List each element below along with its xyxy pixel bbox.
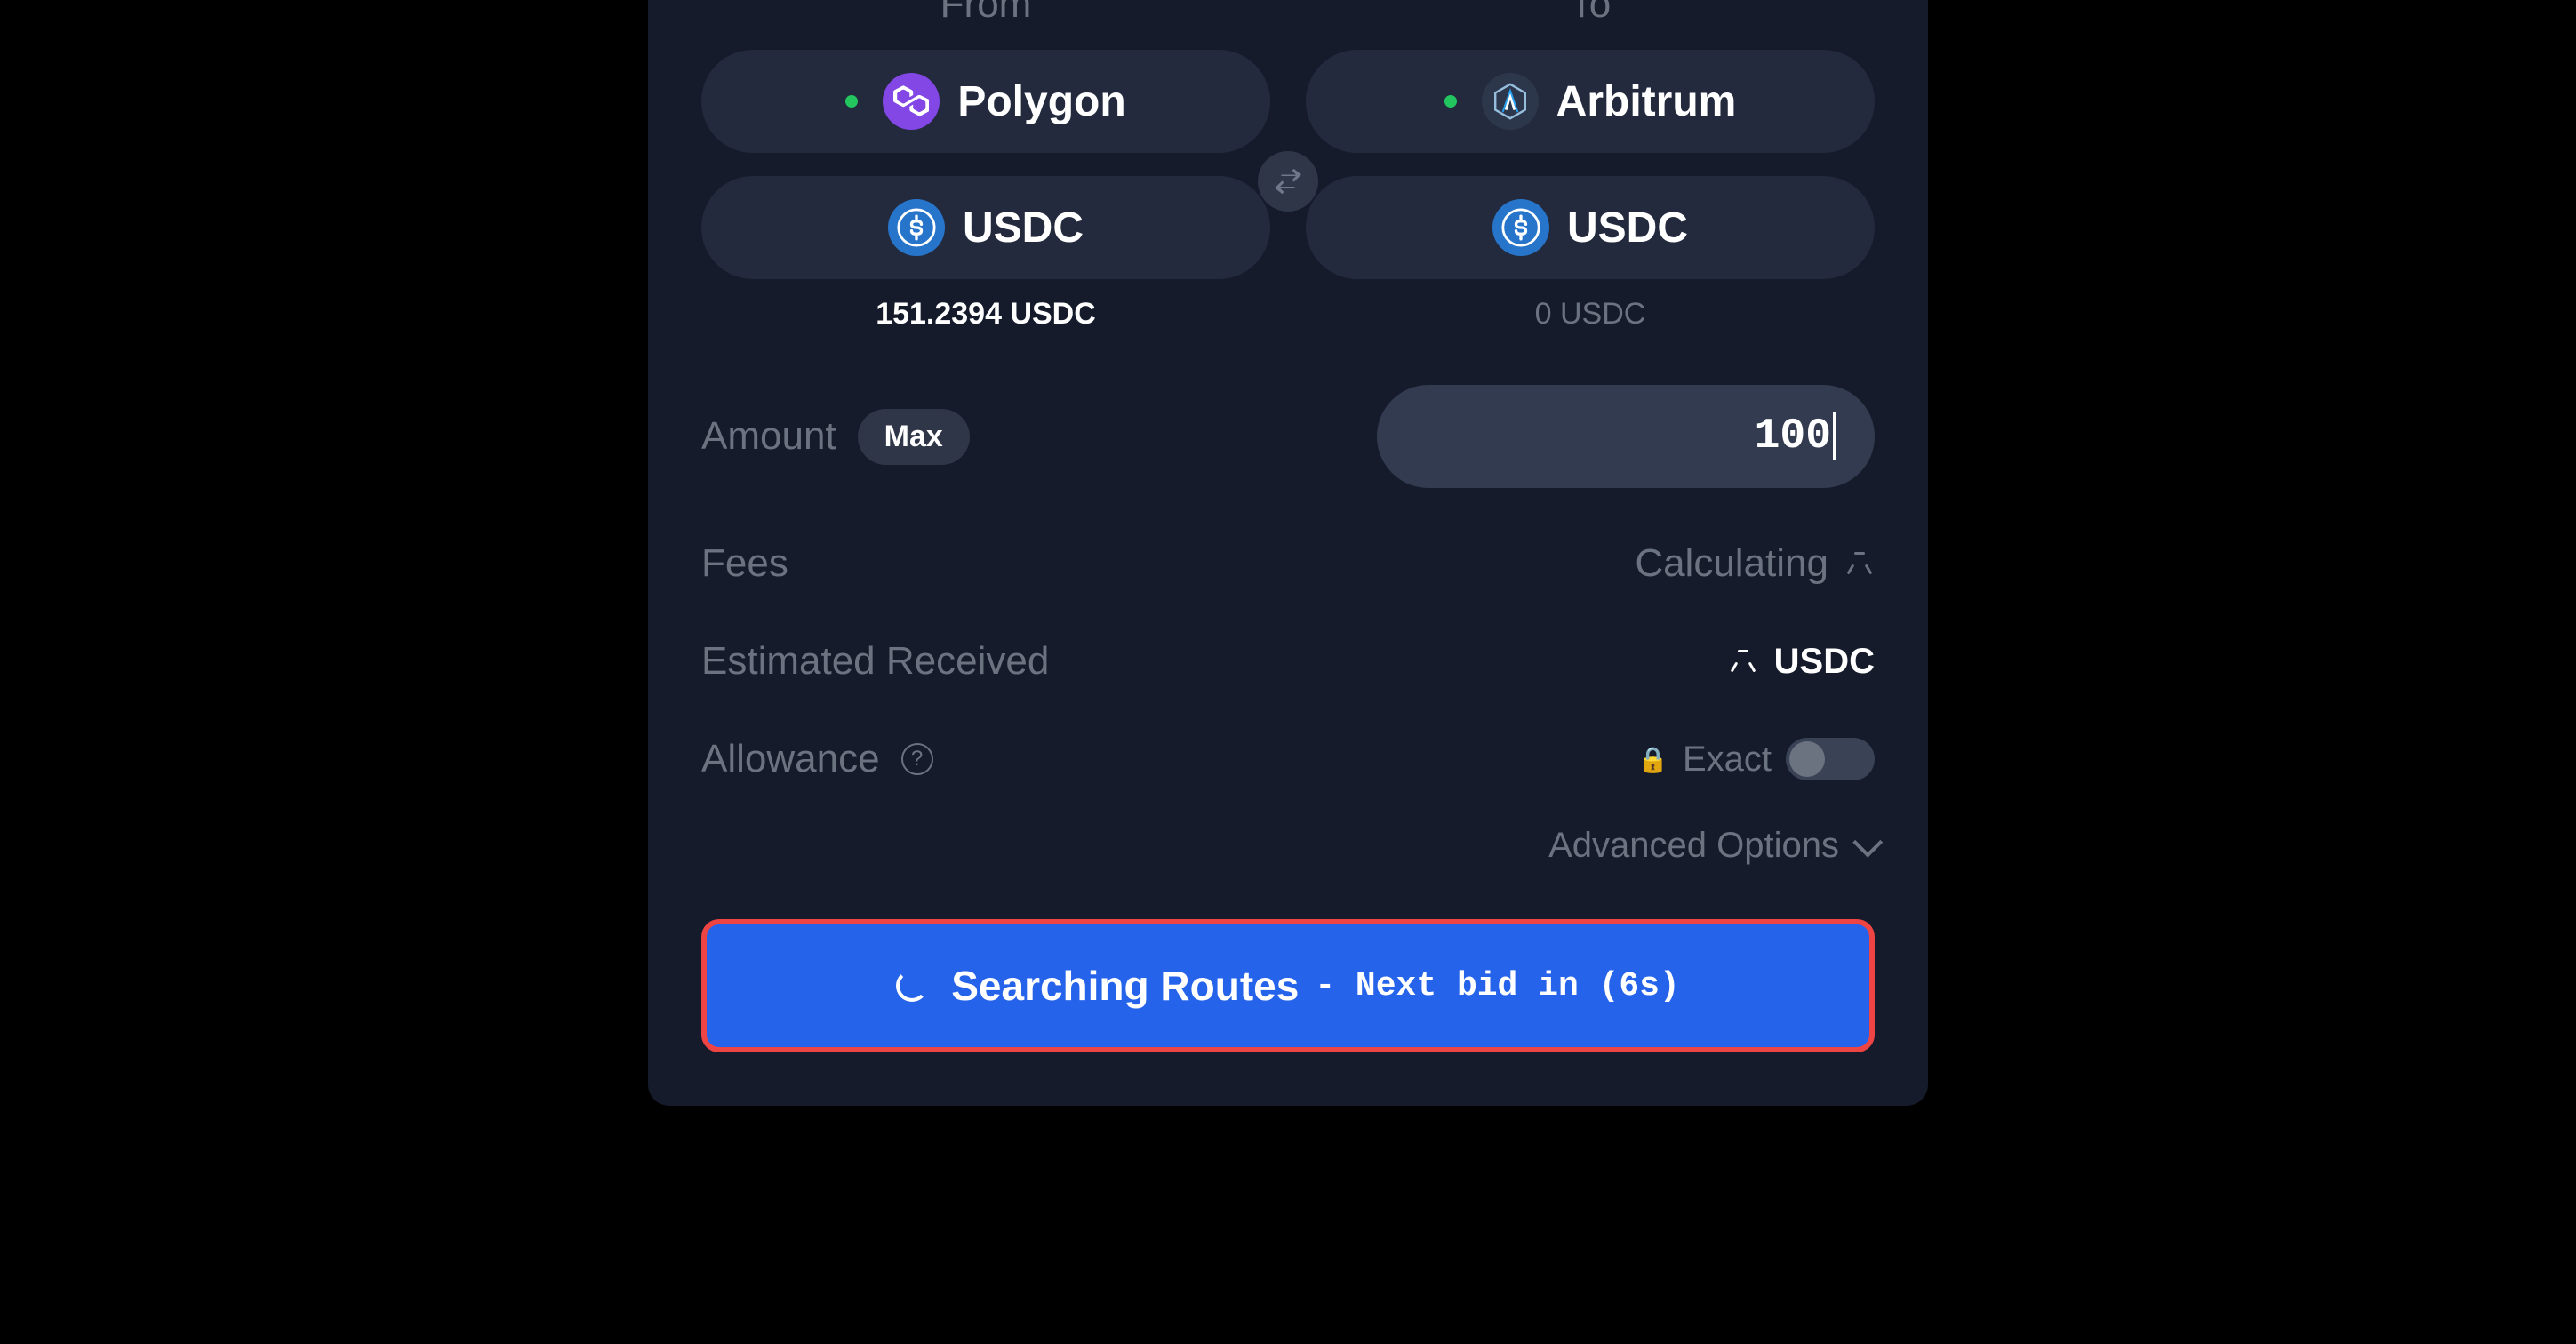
advanced-options-toggle[interactable]: Advanced Options xyxy=(1548,826,1875,866)
amount-value: 100 xyxy=(1755,412,1831,460)
text-cursor-icon xyxy=(1833,412,1836,460)
toggle-knob-icon xyxy=(1789,741,1825,777)
from-chain-label: Polygon xyxy=(957,77,1125,126)
bridge-panel: From Polygon USDC 151.2394 USDC To xyxy=(648,0,1928,1106)
button-main-text: Searching Routes xyxy=(951,962,1299,1010)
estimated-label: Estimated Received xyxy=(701,639,1049,684)
help-icon[interactable]: ? xyxy=(901,743,933,775)
allowance-exact-label: Exact xyxy=(1683,740,1772,780)
fees-label: Fees xyxy=(701,541,788,586)
spinner-icon xyxy=(896,970,928,1002)
estimated-suffix: USDC xyxy=(1774,642,1875,682)
button-sub-text: - Next bid in (6s) xyxy=(1315,967,1679,1005)
usdc-icon xyxy=(1492,199,1549,256)
loading-icon xyxy=(1728,646,1758,676)
fees-value: Calculating xyxy=(1635,541,1828,586)
from-balance: 151.2394 USDC xyxy=(876,297,1096,332)
to-chain-label: Arbitrum xyxy=(1556,77,1737,126)
to-token-selector[interactable]: USDC xyxy=(1306,176,1875,279)
max-button[interactable]: Max xyxy=(858,409,970,465)
status-dot-icon xyxy=(1444,95,1457,108)
to-balance: 0 USDC xyxy=(1535,297,1646,332)
status-dot-icon xyxy=(845,95,858,108)
amount-input[interactable]: 100 xyxy=(1377,385,1875,488)
chevron-down-icon xyxy=(1852,827,1883,857)
search-routes-button[interactable]: Searching Routes - Next bid in (6s) xyxy=(701,919,1875,1052)
arbitrum-icon xyxy=(1482,73,1539,130)
advanced-options-label: Advanced Options xyxy=(1548,826,1839,866)
from-chain-selector[interactable]: Polygon xyxy=(701,50,1270,153)
to-chain-selector[interactable]: Arbitrum xyxy=(1306,50,1875,153)
amount-label: Amount xyxy=(701,414,836,459)
to-column: To Arbitrum USDC 0 USDC xyxy=(1306,0,1875,332)
allowance-toggle[interactable] xyxy=(1786,738,1875,780)
to-token-label: USDC xyxy=(1567,204,1688,252)
from-token-label: USDC xyxy=(963,204,1084,252)
loading-icon xyxy=(1844,548,1875,579)
to-header: To xyxy=(1570,0,1611,27)
from-token-selector[interactable]: USDC xyxy=(701,176,1270,279)
allowance-label: Allowance xyxy=(701,737,880,781)
from-header: From xyxy=(940,0,1032,27)
usdc-icon xyxy=(888,199,945,256)
swap-direction-button[interactable] xyxy=(1258,151,1318,212)
polygon-icon xyxy=(883,73,940,130)
from-column: From Polygon USDC 151.2394 USDC xyxy=(701,0,1270,332)
lock-icon: 🔒 xyxy=(1637,745,1668,774)
